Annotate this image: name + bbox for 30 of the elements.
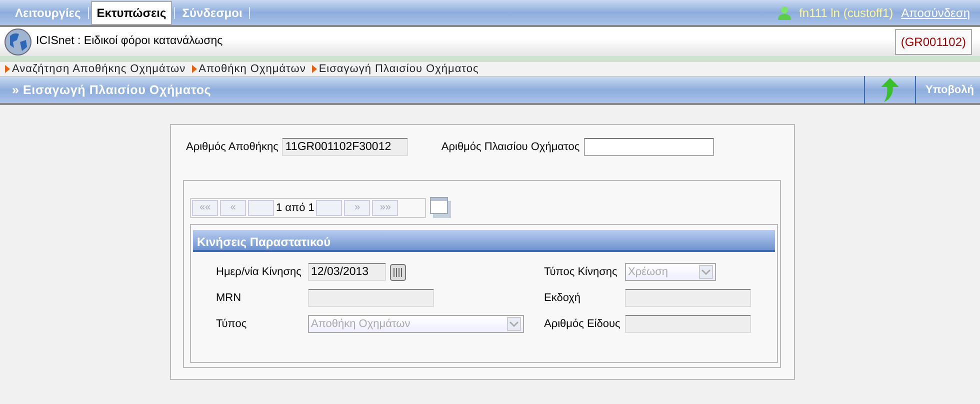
page-count: 1 από 1 [276, 200, 314, 216]
field-label: Τύπος Κίνησης [544, 264, 618, 280]
globe-icon [4, 28, 32, 56]
breadcrumb-link[interactable]: Εισαγωγή Πλαισίου Οχήματος [318, 60, 479, 78]
user-name: fn111 ln (custoff1) [799, 4, 894, 22]
user-icon [778, 6, 792, 20]
field-label: MRN [216, 290, 242, 306]
text-field[interactable] [584, 138, 714, 156]
breadcrumb-link[interactable]: Αναζήτηση Αποθήκης Οχημάτων [12, 60, 186, 78]
page-box [316, 200, 342, 216]
field-label: Τύπος [216, 316, 248, 332]
menu-tab[interactable]: Εκτυπώσεις [90, 0, 172, 24]
field-label: Εκδοχή [544, 290, 582, 306]
menu-tab[interactable]: Σύνδεσμοι [177, 2, 248, 24]
menu-tab[interactable]: Λειτουργίες [10, 2, 86, 24]
field-label: Ημερ/νία Κίνησης [216, 264, 302, 280]
submit-button[interactable]: Υποβολή [916, 82, 980, 98]
field-label: Αριθμός Είδους [544, 316, 622, 332]
up-arrow-icon[interactable] [880, 78, 899, 102]
window-icon[interactable] [430, 197, 452, 219]
field-label: Αριθμός Πλαισίου Οχήματος [441, 140, 580, 155]
calendar-icon[interactable] [390, 264, 406, 280]
page-title: » Εισαγωγή Πλαισίου Οχήματος [12, 82, 212, 99]
page-box [248, 200, 274, 216]
logout-link[interactable]: Αποσύνδεση [901, 4, 970, 22]
section-header: Κινήσεις Παραστατικού [193, 230, 775, 252]
breadcrumb-link[interactable]: Αποθήκη Οχημάτων [198, 60, 306, 78]
field-label: Αριθμός Αποθήκης [186, 140, 278, 155]
app-title: ICISnet : Ειδικοί φόροι κατανάλωσης [36, 34, 223, 49]
office-code: (GR001102) [894, 28, 972, 54]
